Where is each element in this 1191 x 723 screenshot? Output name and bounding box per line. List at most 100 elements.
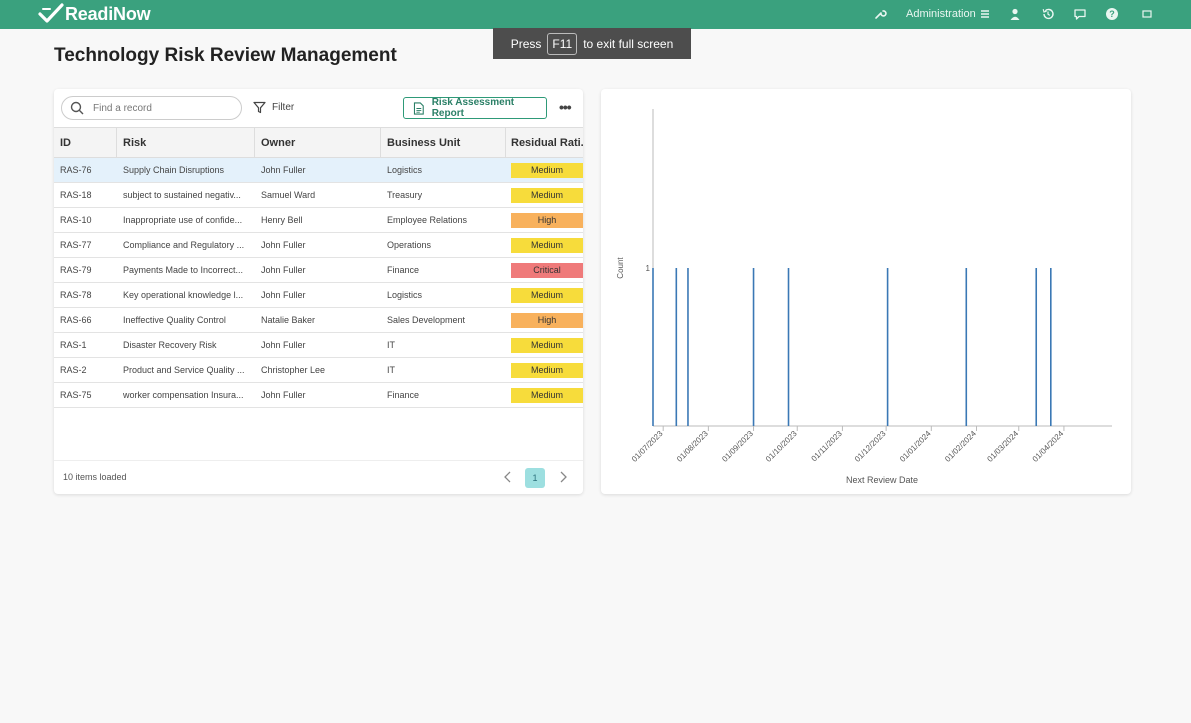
cell-id: RAS-2 <box>60 365 87 375</box>
fullscreen-notice-press: Press <box>510 36 542 51</box>
cell-id: RAS-1 <box>60 340 87 350</box>
chat-icon[interactable] <box>1072 6 1088 22</box>
table-row[interactable]: RAS-66 Ineffective Quality Control Natalie… <box>54 308 583 333</box>
cell-id: RAS-18 <box>60 190 92 200</box>
help-icon[interactable]: ? <box>1104 6 1120 22</box>
cell-risk: Inappropriate use of confide... <box>123 215 243 225</box>
app-logo[interactable]: ReadiNow <box>38 3 151 25</box>
y-tick-label: 1 <box>646 264 651 273</box>
cell-risk: Ineffective Quality Control <box>123 315 226 325</box>
x-tick-label: 01/01/2024 <box>898 429 933 464</box>
cell-residual-rating: High <box>506 208 583 232</box>
more-options-icon[interactable]: ••• <box>559 99 572 115</box>
rating-badge: Medium <box>511 287 583 303</box>
cell-owner: Henry Bell <box>261 215 303 225</box>
wrench-icon[interactable] <box>872 6 888 22</box>
x-tick-label: 01/11/2023 <box>810 429 845 464</box>
filter-icon <box>253 101 266 114</box>
table-row[interactable]: RAS-2 Product and Service Quality ... Chri… <box>54 358 583 383</box>
risk-grid-card: Filter Risk Assessment Report ••• ID Ris… <box>54 89 583 494</box>
table-header: ID Risk Owner Business Unit Residual Rat… <box>54 127 583 158</box>
cell-risk: Key operational knowledge l... <box>123 290 244 300</box>
x-axis-label: Next Review Date <box>846 475 918 485</box>
history-icon[interactable] <box>1040 6 1056 22</box>
rating-badge: Medium <box>511 387 583 403</box>
column-header-risk[interactable]: Risk <box>117 128 255 158</box>
cell-owner: John Fuller <box>261 290 306 300</box>
cell-business-unit: Employee Relations <box>387 215 468 225</box>
fullscreen-icon[interactable] <box>1139 6 1155 22</box>
cell-owner: John Fuller <box>261 240 306 250</box>
cell-business-unit: IT <box>387 340 395 350</box>
page-number-button[interactable]: 1 <box>525 468 545 488</box>
cell-residual-rating: Medium <box>506 333 583 357</box>
table-row[interactable]: RAS-10 Inappropriate use of confide... Hen… <box>54 208 583 233</box>
table-row[interactable]: RAS-75 worker compensation Insura... John … <box>54 383 583 408</box>
chevron-right-icon[interactable] <box>557 469 569 485</box>
cell-owner: John Fuller <box>261 340 306 350</box>
cell-risk: subject to sustained negativ... <box>123 190 241 200</box>
page-title: Technology Risk Review Management <box>54 45 397 66</box>
search-box[interactable] <box>61 96 242 120</box>
cell-residual-rating: Medium <box>506 158 583 182</box>
cell-id: RAS-76 <box>60 165 92 175</box>
risk-table: ID Risk Owner Business Unit Residual Rat… <box>54 127 583 408</box>
cell-id: RAS-77 <box>60 240 92 250</box>
table-row[interactable]: RAS-76 Supply Chain Disruptions John Fulle… <box>54 158 583 183</box>
rating-badge: Medium <box>511 362 583 378</box>
table-body: RAS-76 Supply Chain Disruptions John Fulle… <box>54 158 583 408</box>
review-date-chart: 1 Count 01/07/2023 01/08/2023 01/09/2023 01/1… <box>616 109 1112 485</box>
cell-owner: Christopher Lee <box>261 365 326 375</box>
filter-button[interactable]: Filter <box>253 101 294 114</box>
cell-business-unit: Sales Development <box>387 315 466 325</box>
cell-residual-rating: Medium <box>506 283 583 307</box>
x-tick-label: 01/07/2023 <box>630 429 665 464</box>
table-row[interactable]: RAS-79 Payments Made to Incorrect... John … <box>54 258 583 283</box>
x-tick-label: 01/04/2024 <box>1031 429 1066 464</box>
column-header-owner[interactable]: Owner <box>255 128 381 158</box>
rating-badge: Medium <box>511 237 583 253</box>
fullscreen-notice-key: F11 <box>547 32 578 55</box>
user-icon[interactable] <box>1007 6 1023 22</box>
cell-business-unit: Logistics <box>387 290 423 300</box>
rating-badge: Medium <box>511 337 583 353</box>
cell-residual-rating: Critical <box>506 258 583 282</box>
x-tick-label: 01/03/2024 <box>985 429 1020 464</box>
cell-id: RAS-79 <box>60 265 92 275</box>
cell-id: RAS-75 <box>60 390 92 400</box>
column-header-residual-rating[interactable]: Residual Rati... <box>506 128 583 158</box>
cell-business-unit: IT <box>387 365 395 375</box>
items-loaded-text: 10 items loaded <box>63 472 127 482</box>
filter-label: Filter <box>272 102 295 113</box>
cell-owner: Samuel Ward <box>261 190 316 200</box>
x-tick-label: 01/12/2023 <box>853 429 888 464</box>
cell-residual-rating: Medium <box>506 358 583 382</box>
risk-assessment-report-button[interactable]: Risk Assessment Report <box>403 97 547 119</box>
administration-menu[interactable]: Administration <box>906 8 976 20</box>
cell-risk: Product and Service Quality ... <box>123 365 245 375</box>
x-tick-label: 01/02/2024 <box>943 429 978 464</box>
table-row[interactable]: RAS-18 subject to sustained negativ... Sam… <box>54 183 583 208</box>
rating-badge: Medium <box>511 187 583 203</box>
cell-risk: Disaster Recovery Risk <box>123 340 217 350</box>
top-bar: ReadiNow Administration ? <box>0 0 1191 29</box>
table-row[interactable]: RAS-77 Compliance and Regulatory ... John … <box>54 233 583 258</box>
review-date-chart-card: 1 Count 01/07/2023 01/08/2023 01/09/2023 01/1… <box>601 89 1131 494</box>
fullscreen-notice-text: to exit full screen <box>583 36 674 51</box>
risk-assessment-report-label: Risk Assessment Report <box>431 97 515 119</box>
search-input[interactable] <box>93 102 233 114</box>
x-tick-label: 01/09/2023 <box>720 429 755 464</box>
column-header-id[interactable]: ID <box>54 128 117 158</box>
column-header-business-unit[interactable]: Business Unit <box>381 128 506 158</box>
rating-badge: High <box>511 212 583 228</box>
table-row[interactable]: RAS-1 Disaster Recovery Risk John Fuller IT… <box>54 333 583 358</box>
app-logo-text: ReadiNow <box>65 3 151 24</box>
cell-residual-rating: Medium <box>506 183 583 207</box>
rating-badge: Medium <box>511 162 583 178</box>
hamburger-menu-icon[interactable] <box>977 6 993 22</box>
table-row[interactable]: RAS-78 Key operational knowledge l... John… <box>54 283 583 308</box>
rating-badge: High <box>511 312 583 328</box>
cell-id: RAS-10 <box>60 215 92 225</box>
chevron-left-icon[interactable] <box>502 469 514 485</box>
cell-residual-rating: High <box>506 308 583 332</box>
